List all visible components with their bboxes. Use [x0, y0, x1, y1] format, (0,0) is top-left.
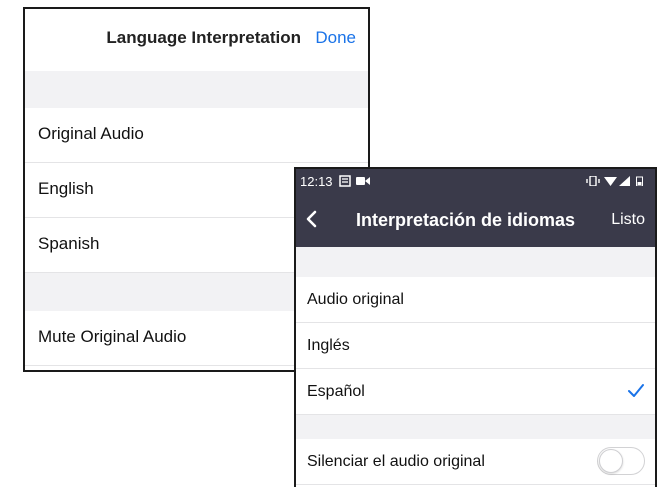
ios-item-label: Original Audio [38, 124, 144, 143]
checkmark-icon [628, 384, 644, 397]
ios-item-label: Spanish [38, 234, 100, 253]
android-item-label: Audio original [307, 291, 404, 308]
toolbar: Interpretación de idiomas Listo [296, 195, 655, 247]
ios-item-label: English [38, 179, 94, 198]
ios-done-button[interactable]: Done [315, 28, 356, 48]
android-item-label: Inglés [307, 337, 350, 354]
vibrate-icon [586, 176, 600, 186]
android-item-ingles[interactable]: Inglés [296, 323, 655, 369]
status-bar: 12:13 [296, 169, 655, 195]
back-arrow-icon[interactable] [302, 209, 322, 229]
section-divider [296, 247, 655, 277]
ios-item-label: Mute Original Audio [38, 327, 187, 346]
android-item-audio-original[interactable]: Audio original [296, 277, 655, 323]
android-item-label: Silenciar el audio original [307, 453, 485, 470]
section-divider [296, 415, 655, 439]
android-item-espanol[interactable]: Español [296, 369, 655, 415]
android-done-button[interactable]: Listo [611, 211, 645, 229]
section-divider [25, 71, 368, 108]
mute-original-audio-toggle[interactable] [597, 447, 645, 475]
android-item-silenciar-audio-original: Silenciar el audio original [296, 439, 655, 485]
signal-icon [619, 176, 630, 186]
ios-item-original-audio[interactable]: Original Audio [25, 108, 368, 163]
notification-icon [339, 175, 351, 187]
battery-icon [636, 176, 643, 186]
ios-page-title: Language Interpretation [106, 28, 301, 47]
toggle-knob [599, 449, 623, 473]
status-time: 12:13 [300, 174, 333, 189]
wifi-icon [604, 177, 617, 186]
video-icon [356, 177, 370, 185]
android-language-interpretation-panel: 12:13 Interpretación de idiomas Listo Au… [294, 167, 657, 487]
ios-header: Language Interpretation Done [25, 9, 368, 72]
android-item-label: Español [307, 383, 365, 400]
android-page-title: Interpretación de idiomas [356, 210, 576, 230]
